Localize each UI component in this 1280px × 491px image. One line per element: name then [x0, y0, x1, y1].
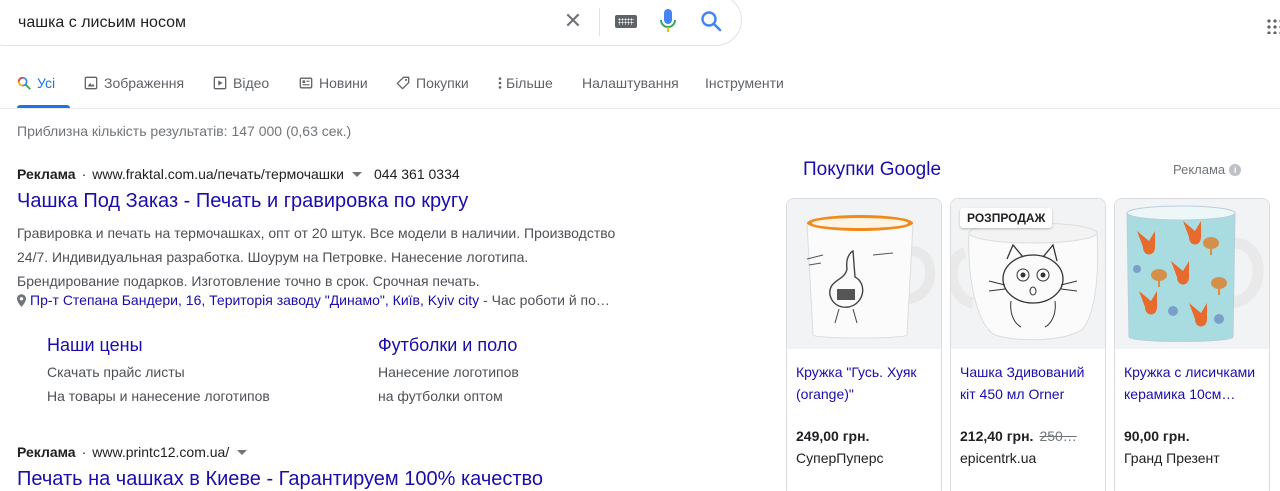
ad-label: Реклама — [17, 444, 76, 460]
sitelink-title[interactable]: Футболки и поло — [378, 335, 678, 356]
search-divider — [599, 8, 600, 36]
product-store: epicentrk.ua — [960, 450, 1037, 466]
keyboard-icon[interactable] — [615, 15, 637, 28]
sitelink-line: На товары и нанесение логотипов — [47, 388, 270, 404]
tab-more[interactable]: Більше — [497, 75, 553, 91]
news-icon — [299, 77, 313, 89]
tab-tools[interactable]: Інструменти — [705, 75, 784, 91]
tab-label: Усі — [37, 75, 56, 91]
apps-grid-icon[interactable] — [1266, 18, 1280, 34]
tab-all[interactable]: Усі — [17, 75, 55, 91]
product-old-price: 250… — [1039, 428, 1077, 444]
ad-url: www.printc12.com.ua/ — [92, 444, 230, 460]
search-input[interactable]: чашка с лисьим носом — [18, 14, 186, 32]
play-icon — [213, 76, 227, 90]
product-current-price: 212,40 грн. — [960, 428, 1034, 444]
product-name[interactable]: Кружка с лисичками керамика 10см… — [1124, 361, 1264, 405]
ad-url: www.fraktal.com.ua/печать/термочашки — [92, 166, 344, 182]
sitelink: Футболки и поло Нанесение логотипов на ф… — [378, 335, 678, 408]
ad-description-line: Гравировка и печать на термочашках, опт … — [17, 225, 616, 241]
tab-label: Новини — [319, 75, 368, 91]
ad-description-line: Брендирование подарков. Изготовление точ… — [17, 273, 480, 289]
product-image — [1115, 199, 1269, 349]
shopping-ad-label: Реклама i — [1173, 162, 1242, 177]
tab-label: Відео — [233, 75, 270, 91]
tab-news[interactable]: Новини — [299, 75, 368, 91]
product-image — [787, 199, 941, 349]
result-stats: Приблизна кількість результатів: 147 000… — [17, 123, 352, 139]
product-store: СуперПуперс — [796, 450, 884, 466]
search-multicolor-icon — [17, 76, 31, 90]
tab-label: Інструменти — [705, 75, 784, 91]
sitelink-line: Скачать прайс листы — [47, 364, 185, 380]
sitelink-line: Нанесение логотипов — [378, 364, 519, 380]
active-tab-indicator — [17, 105, 70, 108]
product-price: 90,00 грн. — [1124, 428, 1190, 444]
ad-description: Гравировка и печать на термочашках, опт … — [17, 221, 677, 293]
search-bar[interactable]: чашка с лисьим носом ✕ — [0, 0, 742, 46]
product-name[interactable]: Кружка "Гусь. Хуяк (orange)" — [796, 361, 936, 405]
tab-label: Покупки — [416, 75, 469, 91]
product-name[interactable]: Чашка Здивований кіт 450 мл Orner — [960, 361, 1100, 405]
location-pin-icon — [17, 293, 26, 307]
sitelink-line: на футболки оптом — [378, 388, 503, 404]
separator-dot: · — [81, 166, 87, 182]
ad-address-hours: - Час роботи й по… — [483, 292, 610, 308]
ad-title-link[interactable]: Печать на чашках в Киеве - Гарантируем 1… — [17, 468, 543, 491]
ad-title-link[interactable]: Чашка Под Заказ - Печать и гравировка по… — [17, 190, 468, 213]
ad-address-link[interactable]: Пр-т Степана Бандери, 16, Територія заво… — [30, 292, 479, 308]
microphone-icon[interactable] — [656, 7, 680, 35]
more-vert-icon — [498, 77, 502, 89]
product-card[interactable]: РОЗПРОДАЖ Чашка Здивований кіт 450 мл Or… — [950, 198, 1106, 491]
ad-description-line: 24/7. Индивидуальная разработка. Шоурум … — [17, 249, 529, 265]
tag-icon — [396, 76, 410, 90]
ad-label: Реклама — [1173, 162, 1226, 177]
tab-images[interactable]: Зображення — [84, 75, 184, 91]
info-icon[interactable]: i — [1229, 163, 1242, 176]
tab-settings[interactable]: Налаштування — [582, 75, 679, 91]
chevron-down-icon[interactable] — [237, 449, 248, 455]
product-store: Гранд Презент — [1124, 450, 1220, 466]
sitelink: Наши цены Скачать прайс листы На товары … — [47, 335, 347, 408]
sale-badge: РОЗПРОДАЖ — [960, 208, 1053, 228]
clear-icon[interactable]: ✕ — [562, 10, 584, 32]
search-tabs: Усі Зображення Відео Новини Покупки Біль… — [0, 58, 1280, 109]
shopping-panel-title[interactable]: Покупки Google — [803, 159, 941, 181]
tab-video[interactable]: Відео — [213, 75, 269, 91]
image-icon — [84, 76, 98, 90]
sitelink-title[interactable]: Наши цены — [47, 335, 347, 356]
product-card[interactable]: Кружка "Гусь. Хуяк (orange)" 249,00 грн.… — [786, 198, 942, 491]
ad-label: Реклама — [17, 166, 76, 182]
chevron-down-icon[interactable] — [352, 171, 362, 177]
ad-phone[interactable]: 044 361 0334 — [374, 166, 460, 182]
separator-dot: · — [81, 444, 87, 460]
product-price: 212,40 грн. 250… — [960, 428, 1077, 444]
tab-shopping[interactable]: Покупки — [396, 75, 469, 91]
ad-header: Реклама · www.fraktal.com.ua/печать/терм… — [17, 166, 460, 182]
product-card[interactable]: Кружка с лисичками керамика 10см… 90,00 … — [1114, 198, 1270, 491]
ad-header: Реклама · www.printc12.com.ua/ — [17, 444, 259, 460]
tab-label: Більше — [506, 75, 553, 91]
search-icon[interactable] — [699, 9, 723, 33]
product-price: 249,00 грн. — [796, 428, 870, 444]
tab-label: Налаштування — [582, 75, 679, 91]
ad-address: Пр-т Степана Бандери, 16, Територія заво… — [17, 292, 610, 308]
tab-label: Зображення — [104, 75, 185, 91]
